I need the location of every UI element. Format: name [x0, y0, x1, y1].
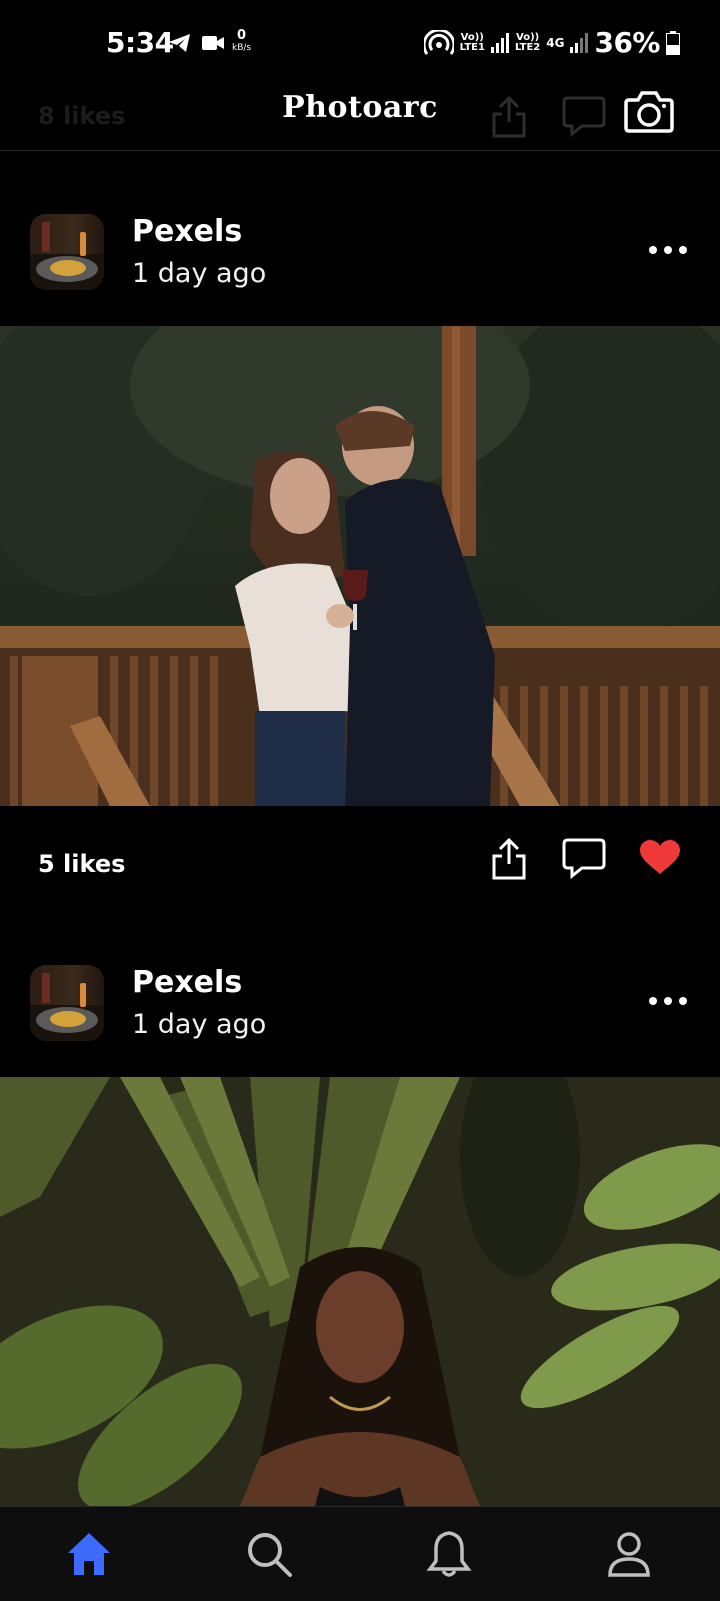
telegram-icon	[169, 34, 190, 52]
app-header: 8 likes Photoarc	[0, 86, 720, 151]
signal-icon	[570, 32, 589, 53]
status-bar: 5:34 0 kB/s Vo)) LTE1 Vo)) LTE2 4G 36%	[0, 0, 720, 86]
user-icon[interactable]	[604, 1529, 654, 1579]
post-username[interactable]: Pexels	[132, 214, 242, 249]
comment-icon	[562, 96, 606, 138]
bell-icon[interactable]	[424, 1529, 474, 1579]
avatar[interactable]	[30, 965, 104, 1041]
couple-on-wooden-deck-photo	[0, 326, 720, 806]
app-title: Photoarc	[282, 90, 438, 125]
status-indicators: Vo)) LTE1 Vo)) LTE2 4G 36%	[423, 26, 680, 59]
post-header: Pexels 1 day ago	[0, 965, 720, 1055]
bottom-navigation	[0, 1506, 720, 1601]
post-image[interactable]	[0, 1077, 720, 1506]
heart-icon[interactable]	[640, 840, 680, 876]
battery-icon	[666, 30, 680, 55]
sim2-label: Vo)) LTE2	[514, 31, 541, 53]
signal-icon	[490, 32, 509, 53]
comment-icon[interactable]	[562, 836, 606, 880]
more-options-icon[interactable]	[648, 240, 688, 260]
search-icon[interactable]	[244, 1529, 294, 1579]
post-header: Pexels 1 day ago	[0, 214, 720, 304]
camera-icon[interactable]	[624, 88, 674, 134]
hotspot-icon	[423, 29, 454, 55]
post-image[interactable]	[0, 326, 720, 806]
avatar[interactable]	[30, 214, 104, 290]
home-icon[interactable]	[64, 1529, 114, 1579]
likes-count: 5 likes	[38, 850, 126, 878]
network-type: 4G	[546, 35, 565, 50]
share-icon	[492, 95, 526, 138]
post-timestamp: 1 day ago	[132, 258, 267, 289]
share-icon[interactable]	[490, 836, 528, 882]
battery-percent: 36%	[594, 26, 660, 59]
more-options-icon[interactable]	[648, 991, 688, 1011]
sim1-label: Vo)) LTE1	[459, 31, 485, 53]
status-time: 5:34	[106, 26, 174, 59]
woman-among-palm-leaves-photo	[0, 1077, 720, 1506]
network-speed: 0 kB/s	[232, 28, 252, 53]
post-username[interactable]: Pexels	[132, 965, 242, 1000]
post-timestamp: 1 day ago	[132, 1009, 267, 1040]
video-camera-icon	[202, 36, 224, 50]
post-actions: 5 likes	[0, 836, 720, 896]
